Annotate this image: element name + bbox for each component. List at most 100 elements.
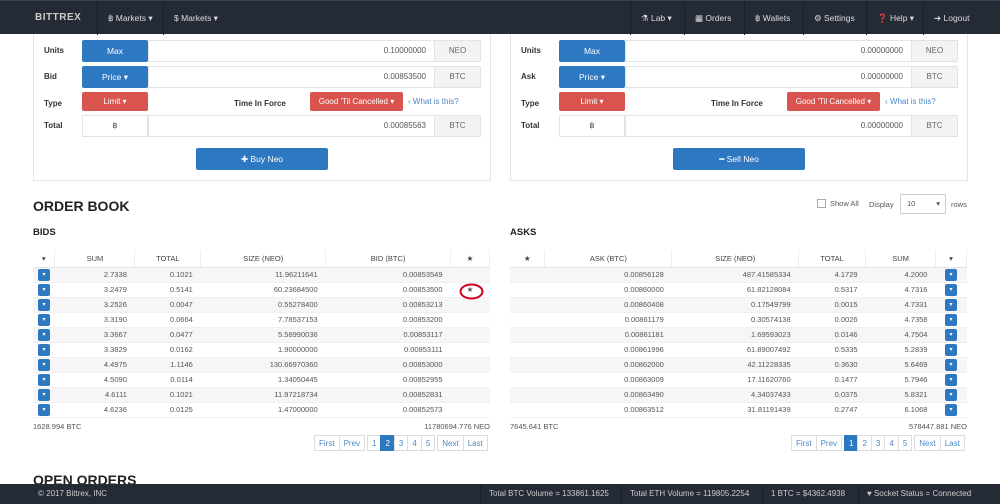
bid-row[interactable]: ▾ 4.5090 0.0114 1.34050445 0.00852955 — [33, 372, 490, 388]
ask-row[interactable]: 0.00856128 487.41585334 4.1729 4.2000 ▾ — [510, 267, 967, 283]
ask-row[interactable]: 0.00862000 42.11228335 0.3630 5.6469 ▾ — [510, 357, 967, 373]
ask-price-input[interactable]: 0.00000000 — [625, 66, 912, 88]
row-menu-cell[interactable]: ▾ — [935, 312, 967, 328]
asks-header-1[interactable]: ASK (BTC) — [544, 250, 673, 268]
star-icon[interactable] — [450, 372, 490, 388]
asks-header-0[interactable]: ★ — [510, 250, 546, 268]
row-menu-cell[interactable]: ▾ — [935, 387, 967, 403]
bids-header-2[interactable]: TOTAL — [134, 250, 202, 268]
row-dropdown-button[interactable]: ▾ — [944, 373, 957, 386]
buy-what-is-this-link[interactable]: ‹ What is this? — [408, 97, 459, 106]
row-menu-cell[interactable]: ▾ — [935, 342, 967, 358]
page-next[interactable]: Next — [437, 435, 464, 451]
buy-type-dropdown[interactable]: Limit ▾ — [82, 92, 148, 111]
bids-header-4[interactable]: BID (BTC) — [325, 250, 451, 268]
star-icon[interactable] — [450, 357, 490, 373]
star-cell[interactable] — [510, 312, 545, 328]
row-dropdown-button[interactable]: ▾ — [37, 328, 50, 341]
buy-max-button[interactable]: Max — [82, 40, 148, 62]
ask-row[interactable]: 0.00861996 61.89007492 0.5335 5.2839 ▾ — [510, 342, 967, 358]
row-dropdown-button[interactable]: ▾ — [944, 328, 957, 341]
row-dropdown-button[interactable]: ▾ — [37, 298, 50, 311]
row-menu-cell[interactable]: ▾ — [935, 372, 967, 388]
bid-row[interactable]: ▾ 2.7338 0.1021 11.96211641 0.00853549 — [33, 267, 490, 283]
row-menu-cell[interactable]: ▾ — [33, 342, 55, 358]
star-cell[interactable] — [510, 297, 545, 313]
asks-header-4[interactable]: SUM — [865, 250, 936, 268]
row-dropdown-button[interactable]: ▾ — [944, 403, 957, 416]
bids-header-1[interactable]: SUM — [54, 250, 136, 268]
row-menu-cell[interactable]: ▾ — [33, 282, 55, 298]
nav-btc-markets[interactable]: ฿ Markets ▾ — [97, 1, 163, 35]
sell-price-dropdown[interactable]: Price ▾ — [559, 66, 625, 88]
bids-header-5[interactable]: ★ — [450, 250, 490, 268]
bid-row[interactable]: ▾ 4.6236 0.0125 1.47000000 0.00852573 — [33, 402, 490, 418]
row-dropdown-button[interactable]: ▾ — [37, 283, 50, 296]
bids-header-0[interactable]: ▾ — [33, 250, 56, 268]
sell-total-input[interactable]: 0.00000000 — [625, 115, 912, 137]
page-2[interactable]: 2 — [380, 435, 395, 451]
bid-row[interactable]: ▾ 3.3190 0.0664 7.78537153 0.00853200 — [33, 312, 490, 328]
row-dropdown-button[interactable]: ▾ — [37, 313, 50, 326]
row-dropdown-button[interactable]: ▾ — [944, 268, 957, 281]
sell-type-dropdown[interactable]: Limit ▾ — [559, 92, 625, 111]
ask-row[interactable]: 0.00861181 1.69593023 0.0146 4.7504 ▾ — [510, 327, 967, 343]
asks-header-2[interactable]: SIZE (NEO) — [671, 250, 800, 268]
row-menu-cell[interactable]: ▾ — [935, 297, 967, 313]
row-menu-cell[interactable]: ▾ — [33, 402, 55, 418]
row-dropdown-button[interactable]: ▾ — [37, 403, 50, 416]
page-1[interactable]: 1 — [367, 435, 382, 451]
nav-lab[interactable]: ⚗ Lab ▾ — [630, 1, 682, 35]
page-first[interactable]: First — [314, 435, 340, 451]
row-dropdown-button[interactable]: ▾ — [944, 298, 957, 311]
row-menu-cell[interactable]: ▾ — [935, 267, 967, 283]
star-cell[interactable] — [510, 267, 545, 283]
sell-units-input[interactable]: 0.00000000 — [625, 40, 912, 62]
star-icon[interactable] — [450, 312, 490, 328]
row-menu-cell[interactable]: ▾ — [935, 357, 967, 373]
star-icon[interactable] — [450, 342, 490, 358]
bid-row[interactable]: ▾ 4.6111 0.1021 11.97218734 0.00852831 — [33, 387, 490, 403]
ask-row[interactable]: 0.00861179 0.30574138 0.0026 4.7358 ▾ — [510, 312, 967, 328]
row-menu-cell[interactable]: ▾ — [33, 387, 55, 403]
asks-header-3[interactable]: TOTAL — [798, 250, 867, 268]
ask-row[interactable]: 0.00863490 4.34037433 0.0375 5.8321 ▾ — [510, 387, 967, 403]
ask-row[interactable]: 0.00860408 0.17549799 0.0015 4.7331 ▾ — [510, 297, 967, 313]
star-cell[interactable] — [510, 372, 545, 388]
bid-row[interactable]: ▾ 3.3829 0.0162 1.90000000 0.00853111 — [33, 342, 490, 358]
ask-row[interactable]: 0.00860000 61.82128084 0.5317 4.7316 ▾ — [510, 282, 967, 298]
rows-select[interactable]: 10 ▾ — [900, 194, 946, 214]
nav-usd-markets[interactable]: $ Markets ▾ — [163, 1, 228, 35]
row-dropdown-button[interactable]: ▾ — [37, 373, 50, 386]
row-menu-cell[interactable]: ▾ — [935, 327, 967, 343]
row-dropdown-button[interactable]: ▾ — [944, 343, 957, 356]
star-icon[interactable] — [450, 387, 490, 403]
page-first[interactable]: First — [791, 435, 817, 451]
bids-header-3[interactable]: SIZE (NEO) — [200, 250, 327, 268]
sell-neo-button[interactable]: ━ Sell Neo — [673, 148, 805, 170]
row-dropdown-button[interactable]: ▾ — [37, 343, 50, 356]
row-dropdown-button[interactable]: ▾ — [944, 313, 957, 326]
ask-row[interactable]: 0.00863009 17.11620760 0.1477 5.7946 ▾ — [510, 372, 967, 388]
star-cell[interactable] — [510, 357, 545, 373]
buy-tif-dropdown[interactable]: Good 'Til Cancelled ▾ — [310, 92, 403, 111]
nav-logout[interactable]: ➜ Logout — [923, 1, 979, 35]
sell-tif-dropdown[interactable]: Good 'Til Cancelled ▾ — [787, 92, 880, 111]
row-menu-cell[interactable]: ▾ — [33, 267, 55, 283]
nav-wallets[interactable]: ฿ Wallets — [744, 1, 800, 35]
page-1[interactable]: 1 — [844, 435, 859, 451]
show-all-checkbox[interactable] — [817, 199, 826, 208]
buy-units-input[interactable]: 0.10000000 — [148, 40, 435, 62]
row-menu-cell[interactable]: ▾ — [935, 402, 967, 418]
sell-what-is-this-link[interactable]: ‹ What is this? — [885, 97, 936, 106]
sell-max-button[interactable]: Max — [559, 40, 625, 62]
row-menu-cell[interactable]: ▾ — [935, 282, 967, 298]
row-menu-cell[interactable]: ▾ — [33, 327, 55, 343]
row-dropdown-button[interactable]: ▾ — [37, 358, 50, 371]
row-menu-cell[interactable]: ▾ — [33, 312, 55, 328]
star-icon[interactable] — [450, 402, 490, 418]
page-last[interactable]: Last — [462, 435, 488, 451]
nav-orders[interactable]: ▦ Orders — [684, 1, 741, 35]
buy-price-dropdown[interactable]: Price ▾ — [82, 66, 148, 88]
page-3[interactable]: 3 — [393, 435, 409, 451]
